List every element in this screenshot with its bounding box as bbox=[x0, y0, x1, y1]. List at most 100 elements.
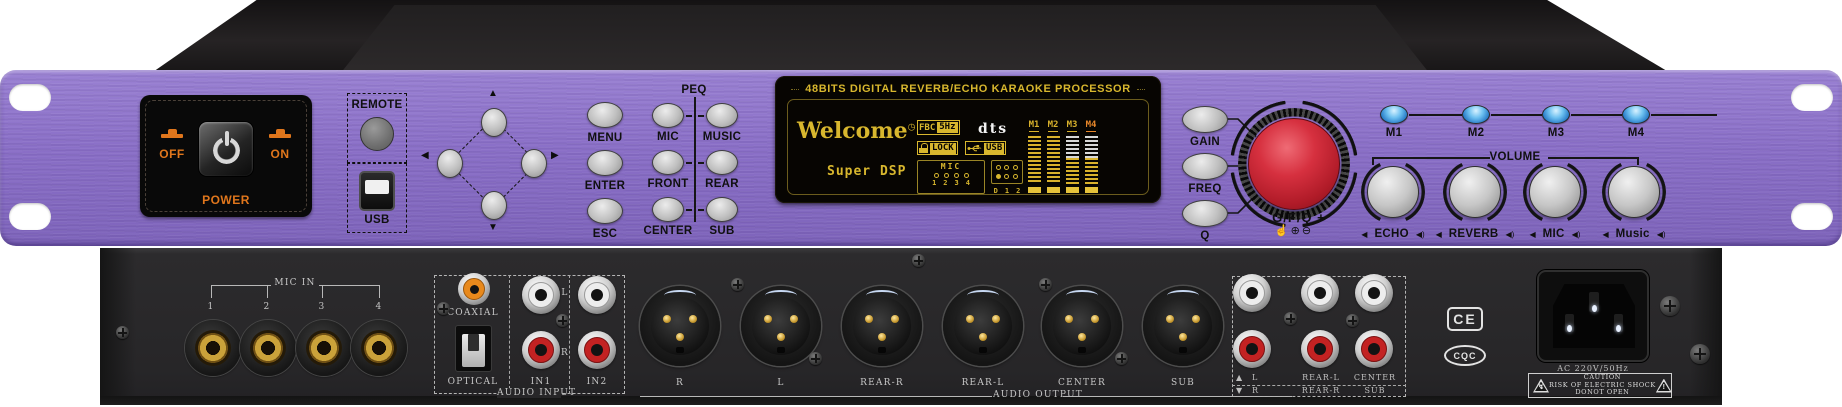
peq-music-button[interactable] bbox=[706, 103, 738, 128]
peq-rear-button[interactable] bbox=[706, 150, 738, 175]
disc-status-labels: D12 bbox=[991, 187, 1023, 195]
display-title: 48BITS DIGITAL REVERB/ECHO KARAOKE PROCE… bbox=[805, 83, 1130, 95]
memory-led-m2[interactable] bbox=[1462, 105, 1490, 124]
meter-label: M1 bbox=[1029, 120, 1040, 132]
speaker-loud-icon: ◀) bbox=[1572, 230, 1581, 239]
power-on-label: ON bbox=[256, 147, 304, 161]
arrow-right-icon: ▶ bbox=[551, 150, 559, 161]
clock-icon: ◷ bbox=[908, 123, 916, 133]
voltage-label: AC 220V/50Hz bbox=[1548, 364, 1638, 373]
nav-down-button[interactable] bbox=[481, 191, 507, 220]
menu-button[interactable] bbox=[587, 102, 623, 128]
speaker-quiet-icon: ◀ bbox=[1361, 230, 1367, 239]
front-panel: OFF ON POWER REMOTE USB ▲ ◀ ▶ ▼ bbox=[0, 70, 1842, 246]
speaker-quiet-icon: ◀ bbox=[1436, 230, 1442, 239]
m2-label: M2 bbox=[1462, 127, 1490, 139]
meter-bar bbox=[1047, 136, 1060, 184]
enter-button-label: ENTER bbox=[575, 180, 635, 192]
enter-button[interactable] bbox=[587, 150, 623, 176]
screw bbox=[1346, 314, 1359, 327]
music-knob-label: ◀ Music ◀) bbox=[1586, 228, 1682, 240]
ac-power-inlet bbox=[1537, 270, 1649, 362]
echo-volume-knob[interactable] bbox=[1367, 166, 1419, 218]
audio-input-label: AUDIO INPUT bbox=[497, 388, 561, 398]
memory-led-m4[interactable] bbox=[1622, 105, 1650, 124]
speaker-quiet-icon: ◀ bbox=[1602, 230, 1608, 239]
speaker-quiet-icon: ◀ bbox=[1530, 230, 1536, 239]
rack-hole bbox=[9, 203, 51, 230]
music-volume-knob[interactable] bbox=[1608, 166, 1660, 218]
peq-front-button[interactable] bbox=[652, 150, 684, 175]
rack-hole bbox=[9, 84, 51, 111]
cqc-mark: CQC bbox=[1444, 345, 1486, 366]
in1-left-rca bbox=[522, 276, 560, 314]
screw bbox=[437, 302, 450, 315]
freq-button[interactable] bbox=[1182, 153, 1228, 180]
screw bbox=[1660, 296, 1680, 316]
mic-volume-knob[interactable] bbox=[1529, 166, 1581, 218]
power-button[interactable] bbox=[198, 121, 254, 177]
xlr-output-rear-l bbox=[943, 286, 1023, 366]
xlr-output-r bbox=[640, 286, 720, 366]
caution-plate: ↯ CAUTION RISK OF ELECTRIC SHOCK DONOT O… bbox=[1528, 373, 1672, 398]
reverb-volume-knob[interactable] bbox=[1449, 166, 1501, 218]
warning-icon: ! bbox=[1656, 379, 1672, 393]
arrow-down-icon: ▼ bbox=[488, 222, 498, 233]
optical-label: OPTICAL bbox=[442, 377, 504, 387]
m4-label: M4 bbox=[1622, 127, 1650, 139]
super-dsp-text: Super DSP bbox=[827, 164, 906, 179]
input-right-label: R bbox=[558, 348, 572, 358]
in1-right-rca bbox=[522, 331, 560, 369]
nav-right-button[interactable] bbox=[521, 149, 547, 178]
peq-mic-button[interactable] bbox=[652, 103, 684, 128]
nav-left-button[interactable] bbox=[437, 149, 463, 178]
rca-out-sub bbox=[1355, 330, 1393, 368]
display-header: 48BITS DIGITAL REVERB/ECHO KARAOKE PROCE… bbox=[775, 83, 1161, 95]
down-arrow-icon: ▼ bbox=[1236, 386, 1243, 395]
peq-center-button[interactable] bbox=[652, 197, 684, 222]
shock-hazard-icon: ↯ bbox=[1533, 379, 1549, 393]
memory-led-m3[interactable] bbox=[1542, 105, 1570, 124]
usb-port[interactable] bbox=[359, 171, 395, 211]
coaxial-input-jack bbox=[458, 273, 490, 305]
meter-label: M2 bbox=[1048, 120, 1059, 132]
gfq-knob[interactable] bbox=[1248, 118, 1340, 210]
rca-out-l bbox=[1233, 274, 1271, 312]
mic-in-jack-1 bbox=[185, 320, 241, 376]
xlr-output-center bbox=[1042, 286, 1122, 366]
xlr-output-sub bbox=[1143, 286, 1223, 366]
q-label: Q bbox=[1175, 230, 1235, 242]
rear-bottom-edge bbox=[100, 396, 1722, 405]
peq-music-label: MUSIC bbox=[694, 131, 750, 143]
remote-label: REMOTE bbox=[348, 99, 406, 111]
memory-led-m1[interactable] bbox=[1380, 105, 1408, 124]
peq-sub-button[interactable] bbox=[706, 197, 738, 222]
mic-in-jack-4 bbox=[351, 320, 407, 376]
rca-out-r bbox=[1233, 330, 1271, 368]
peq-front-label: FRONT bbox=[640, 178, 696, 190]
up-arrow-icon: ▲ bbox=[1236, 373, 1243, 382]
gfq-knob-label: - G/F/Q + bbox=[1234, 210, 1354, 225]
meter-bar bbox=[1066, 136, 1079, 184]
q-button[interactable] bbox=[1182, 200, 1228, 227]
esc-button[interactable] bbox=[587, 198, 623, 224]
screw bbox=[912, 254, 925, 267]
karaoke-processor-unit: OFF ON POWER REMOTE USB ▲ ◀ ▶ ▼ bbox=[0, 0, 1842, 407]
power-label: POWER bbox=[140, 193, 312, 207]
lock-badge: LOCK bbox=[917, 141, 958, 155]
power-off-label: OFF bbox=[148, 147, 196, 161]
input-left-label: L bbox=[558, 288, 572, 298]
level-meters: M1 M2 M3 M4 bbox=[1027, 120, 1098, 193]
esc-button-label: ESC bbox=[575, 228, 635, 240]
peq-rear-label: REAR bbox=[694, 178, 750, 190]
menu-button-label: MENU bbox=[575, 132, 635, 144]
nav-up-button[interactable] bbox=[481, 108, 507, 137]
freq-label: FREQ bbox=[1175, 183, 1235, 195]
peq-sub-label: SUB bbox=[694, 225, 750, 237]
off-indicator-icon bbox=[160, 129, 184, 138]
gain-button[interactable] bbox=[1182, 106, 1228, 133]
mic-status-box: MIC 1234 bbox=[917, 160, 985, 194]
m1-label: M1 bbox=[1380, 127, 1408, 139]
screw bbox=[116, 326, 129, 339]
peq-divider-line bbox=[694, 97, 696, 222]
